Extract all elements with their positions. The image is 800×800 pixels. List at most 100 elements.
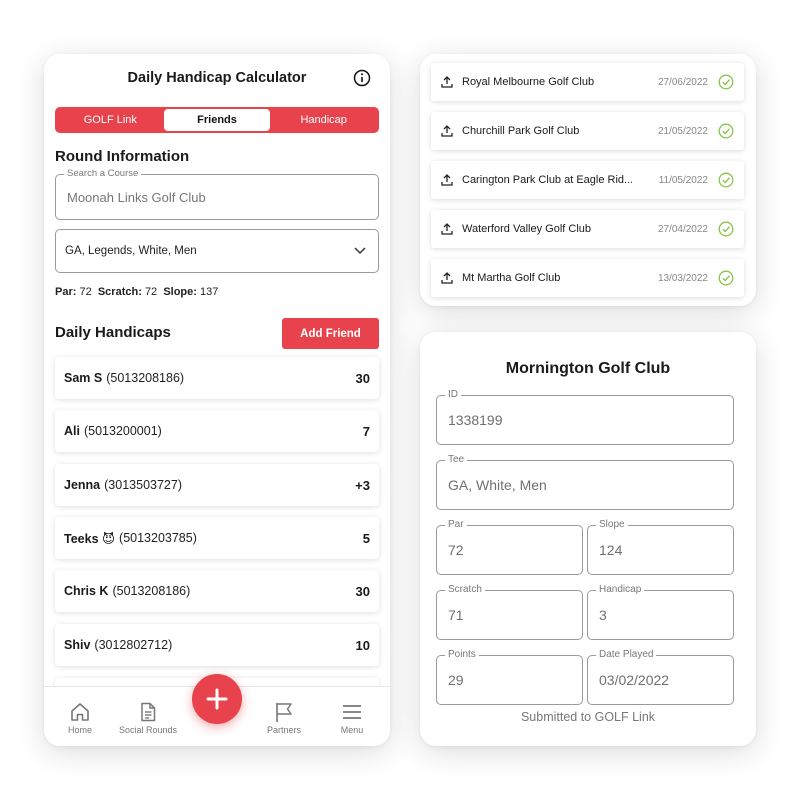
round-course-name: Mt Martha Golf Club <box>462 272 561 284</box>
friend-name: Jenna <box>64 478 101 492</box>
round-date: 13/03/2022 <box>657 272 708 284</box>
course-search-input[interactable]: Search a Course Moonah Links Golf Club <box>55 168 379 220</box>
slope-field-value: 124 <box>599 542 623 558</box>
friend-golf-id: (5013208186) <box>112 584 191 598</box>
friend-row[interactable]: Teeks 😈 (5013203785) 5 <box>55 517 379 559</box>
friend-golf-id: (3012802712) <box>94 638 173 652</box>
points-field[interactable]: Points 29 <box>436 649 583 705</box>
friend-golf-id: (5013200001) <box>83 424 162 438</box>
home-icon <box>71 703 89 721</box>
friend-daily-handicap: 10 <box>355 637 370 653</box>
upload-icon <box>441 174 453 186</box>
menu-icon <box>343 705 361 719</box>
points-field-value: 29 <box>448 672 464 688</box>
friend-row[interactable]: Shiv (3012802712) 10 <box>55 624 379 666</box>
course-search-value: Moonah Links Golf Club <box>67 189 206 205</box>
submitted-rounds-list: Royal Melbourne Golf Club 27/06/2022 Chu… <box>420 54 756 306</box>
flag-icon <box>276 703 292 722</box>
friend-name: Shiv <box>64 638 91 652</box>
upload-icon <box>441 223 453 235</box>
id-field-value: 1338199 <box>448 412 503 428</box>
friend-golf-id: (5013203785) <box>119 531 197 545</box>
round-course-name: Waterford Valley Golf Club <box>462 223 591 235</box>
round-information-heading: Round Information <box>55 148 190 165</box>
app-header: Daily Handicap Calculator <box>44 66 390 90</box>
round-course-name: Royal Melbourne Golf Club <box>462 76 595 88</box>
date-played-field-value: 03/02/2022 <box>599 672 670 688</box>
par-field[interactable]: Par 72 <box>436 519 583 575</box>
friend-row[interactable]: Chris K (5013208186) 30 <box>55 570 379 612</box>
scratch-value: 72 <box>144 286 158 298</box>
upload-icon <box>441 125 453 137</box>
check-circle-icon <box>718 221 734 237</box>
round-course-name: Churchill Park Golf Club <box>462 125 580 137</box>
round-date: 27/06/2022 <box>657 76 708 88</box>
course-parameters: Par: 72 Scratch: 72 Slope: 137 <box>55 286 218 298</box>
tee-select-value: GA, Legends, White, Men <box>65 245 197 257</box>
upload-icon <box>441 272 453 284</box>
scratch-field[interactable]: Scratch 71 <box>436 584 583 640</box>
friend-daily-handicap: 5 <box>362 530 370 546</box>
upload-icon <box>441 76 453 88</box>
slope-field[interactable]: Slope 124 <box>587 519 734 575</box>
round-row[interactable]: Mt Martha Golf Club 13/03/2022 <box>431 259 744 297</box>
check-circle-icon <box>718 172 734 188</box>
friend-daily-handicap: 30 <box>355 583 370 599</box>
plus-icon <box>206 688 228 710</box>
info-icon[interactable] <box>353 69 371 87</box>
friend-row[interactable]: Jenna (3013503727) +3 <box>55 464 379 506</box>
page-title: Daily Handicap Calculator <box>127 70 307 86</box>
tab-friends[interactable]: Friends <box>163 109 271 131</box>
round-row[interactable]: Waterford Valley Golf Club 27/04/2022 <box>431 210 744 248</box>
segmented-tabs: GOLF Link Friends Handicap <box>55 107 379 133</box>
detail-title: Mornington Golf Club <box>505 360 671 377</box>
friend-row[interactable]: Ali (5013200001) 7 <box>55 410 379 452</box>
friend-name: Ali <box>64 424 80 438</box>
check-circle-icon <box>718 74 734 90</box>
id-field[interactable]: ID 1338199 <box>436 389 734 445</box>
friend-daily-handicap: +3 <box>355 477 370 493</box>
date-played-field[interactable]: Date Played 03/02/2022 <box>587 649 734 705</box>
tee-field[interactable]: Tee GA, White, Men <box>436 454 734 510</box>
round-course-name: Carington Park Club at Eagle Rid... <box>462 174 632 186</box>
friend-golf-id: (5013208186) <box>106 371 185 385</box>
submission-status: Submitted to GOLF Link <box>520 710 656 724</box>
tee-select[interactable]: GA, Legends, White, Men <box>55 229 379 273</box>
scratch-field-value: 71 <box>448 607 464 623</box>
add-friend-button[interactable]: Add Friend <box>282 318 379 349</box>
tee-field-value: GA, White, Men <box>448 477 547 493</box>
tab-golf-link[interactable]: GOLF Link <box>57 109 164 131</box>
round-date: 21/05/2022 <box>657 125 708 137</box>
handicap-field-value: 3 <box>599 607 607 623</box>
nav-partners-label: Partners <box>266 725 301 735</box>
document-icon <box>141 702 156 722</box>
check-circle-icon <box>718 123 734 139</box>
scratch-label: Scratch: <box>97 286 142 298</box>
nav-social-rounds-label: Social Rounds <box>118 725 178 735</box>
friend-name: Teeks 😈 <box>64 531 116 546</box>
friend-name: Sam S <box>64 371 103 385</box>
round-row[interactable]: Carington Park Club at Eagle Rid... 11/0… <box>431 161 744 199</box>
round-detail-card: Mornington Golf Club ID 1338199 Tee GA, … <box>420 332 756 746</box>
par-label: Par: <box>55 286 77 298</box>
round-date: 11/05/2022 <box>658 174 708 186</box>
daily-handicaps-heading: Daily Handicaps <box>55 324 171 341</box>
handicap-field[interactable]: Handicap 3 <box>587 584 734 640</box>
par-field-value: 72 <box>448 542 464 558</box>
round-row[interactable]: Royal Melbourne Golf Club 27/06/2022 <box>431 63 744 101</box>
friend-golf-id: (3013503727) <box>104 478 182 492</box>
tab-handicap[interactable]: Handicap <box>270 109 377 131</box>
friend-row[interactable]: Sam S (5013208186) 30 <box>55 357 379 399</box>
nav-home-label: Home <box>67 725 92 735</box>
handicap-calculator-screen: Daily Handicap Calculator GOLF Link Frie… <box>44 54 390 746</box>
nav-menu[interactable]: Menu <box>312 701 390 735</box>
add-round-fab[interactable] <box>192 674 242 724</box>
slope-value: 137 <box>200 286 219 298</box>
check-circle-icon <box>718 270 734 286</box>
friend-name: Chris K <box>64 584 109 598</box>
par-value: 72 <box>79 286 92 298</box>
nav-social-rounds[interactable]: Social Rounds <box>108 701 188 735</box>
round-row[interactable]: Churchill Park Golf Club 21/05/2022 <box>431 112 744 150</box>
round-date: 27/04/2022 <box>657 223 708 235</box>
slope-label: Slope: <box>163 286 197 298</box>
